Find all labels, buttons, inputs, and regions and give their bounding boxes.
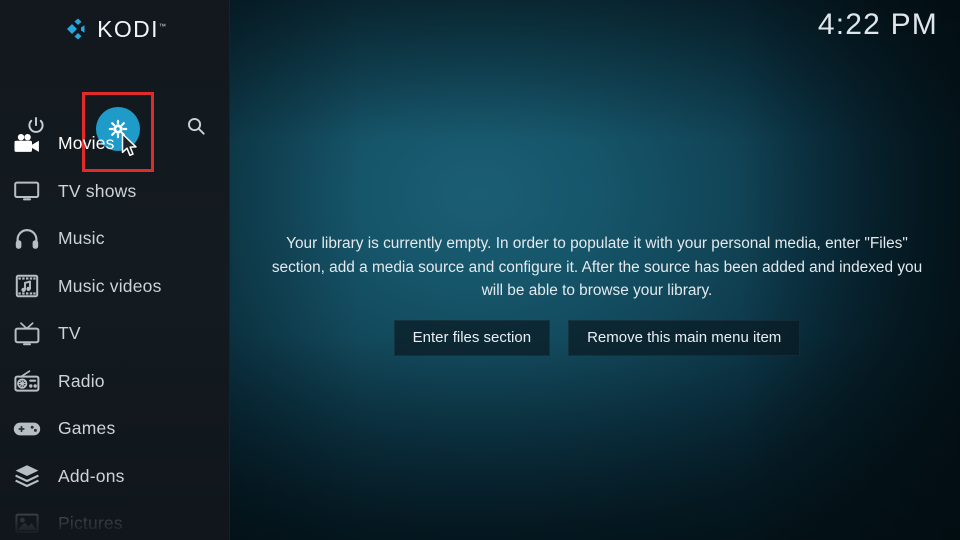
trademark-symbol: ™ bbox=[158, 22, 166, 30]
sidebar-item-label: TV shows bbox=[58, 180, 137, 201]
picture-icon bbox=[8, 509, 46, 539]
gamepad-icon bbox=[8, 414, 46, 444]
sidebar-item-label: Add-ons bbox=[58, 465, 125, 486]
remove-main-menu-item-button[interactable]: Remove this main menu item bbox=[568, 319, 801, 356]
movie-camera-icon-svg bbox=[14, 133, 39, 152]
radio-icon bbox=[8, 366, 46, 396]
sidebar-item-movies[interactable]: Movies bbox=[0, 120, 230, 168]
tv-monitor-icon bbox=[8, 176, 46, 206]
music-film-icon-svg bbox=[15, 275, 39, 298]
sidebar-item-label: Pictures bbox=[58, 513, 123, 534]
empty-library-panel: Your library is currently empty. In orde… bbox=[252, 232, 942, 356]
sidebar: KODI™ Movies TV shows Music Music videos… bbox=[0, 0, 230, 540]
gamepad-icon-svg bbox=[13, 422, 41, 436]
movie-camera-icon bbox=[8, 129, 46, 159]
sidebar-item-tv[interactable]: TV bbox=[0, 310, 230, 358]
tv-monitor-icon-svg bbox=[14, 181, 40, 201]
sidebar-item-pictures[interactable]: Pictures bbox=[0, 500, 230, 540]
sidebar-item-label: Games bbox=[58, 418, 116, 439]
music-film-icon bbox=[8, 271, 46, 301]
empty-library-message: Your library is currently empty. In orde… bbox=[271, 235, 923, 299]
sidebar-item-tv-shows[interactable]: TV shows bbox=[0, 168, 230, 216]
kodi-logo-icon-svg bbox=[67, 18, 85, 40]
sidebar-item-games[interactable]: Games bbox=[0, 405, 230, 453]
package-box-icon bbox=[8, 461, 46, 491]
sidebar-item-label: Music videos bbox=[58, 275, 162, 296]
headphones-icon-svg bbox=[15, 228, 39, 249]
package-box-icon-svg bbox=[15, 465, 39, 488]
sidebar-item-label: Radio bbox=[58, 370, 105, 391]
kodi-wordmark: KODI™ bbox=[97, 15, 166, 42]
kodi-logo: KODI™ bbox=[0, 13, 230, 45]
empty-library-actions: Enter files section Remove this main men… bbox=[252, 319, 942, 356]
sidebar-item-label: TV bbox=[58, 323, 81, 344]
kodi-logo-icon bbox=[64, 17, 88, 41]
sidebar-item-radio[interactable]: Radio bbox=[0, 358, 230, 406]
sidebar-item-music[interactable]: Music bbox=[0, 215, 230, 263]
kodi-window: 4:22 PM KODI™ Movies TV shows Music Musi… bbox=[0, 0, 960, 540]
retro-tv-icon bbox=[8, 319, 46, 349]
clock: 4:22 PM bbox=[817, 8, 938, 41]
sidebar-item-music-videos[interactable]: Music videos bbox=[0, 263, 230, 311]
enter-files-section-button[interactable]: Enter files section bbox=[393, 319, 551, 356]
sidebar-item-add-ons[interactable]: Add-ons bbox=[0, 453, 230, 501]
picture-icon-svg bbox=[15, 513, 39, 534]
sidebar-item-label: Movies bbox=[58, 133, 115, 154]
sidebar-item-label: Music bbox=[58, 228, 105, 249]
radio-icon-svg bbox=[14, 370, 40, 392]
headphones-icon bbox=[8, 224, 46, 254]
sidebar-menu: Movies TV shows Music Music videos TV Ra… bbox=[0, 120, 230, 540]
retro-tv-icon-svg bbox=[14, 322, 40, 345]
sidebar-top-actions bbox=[0, 46, 230, 172]
